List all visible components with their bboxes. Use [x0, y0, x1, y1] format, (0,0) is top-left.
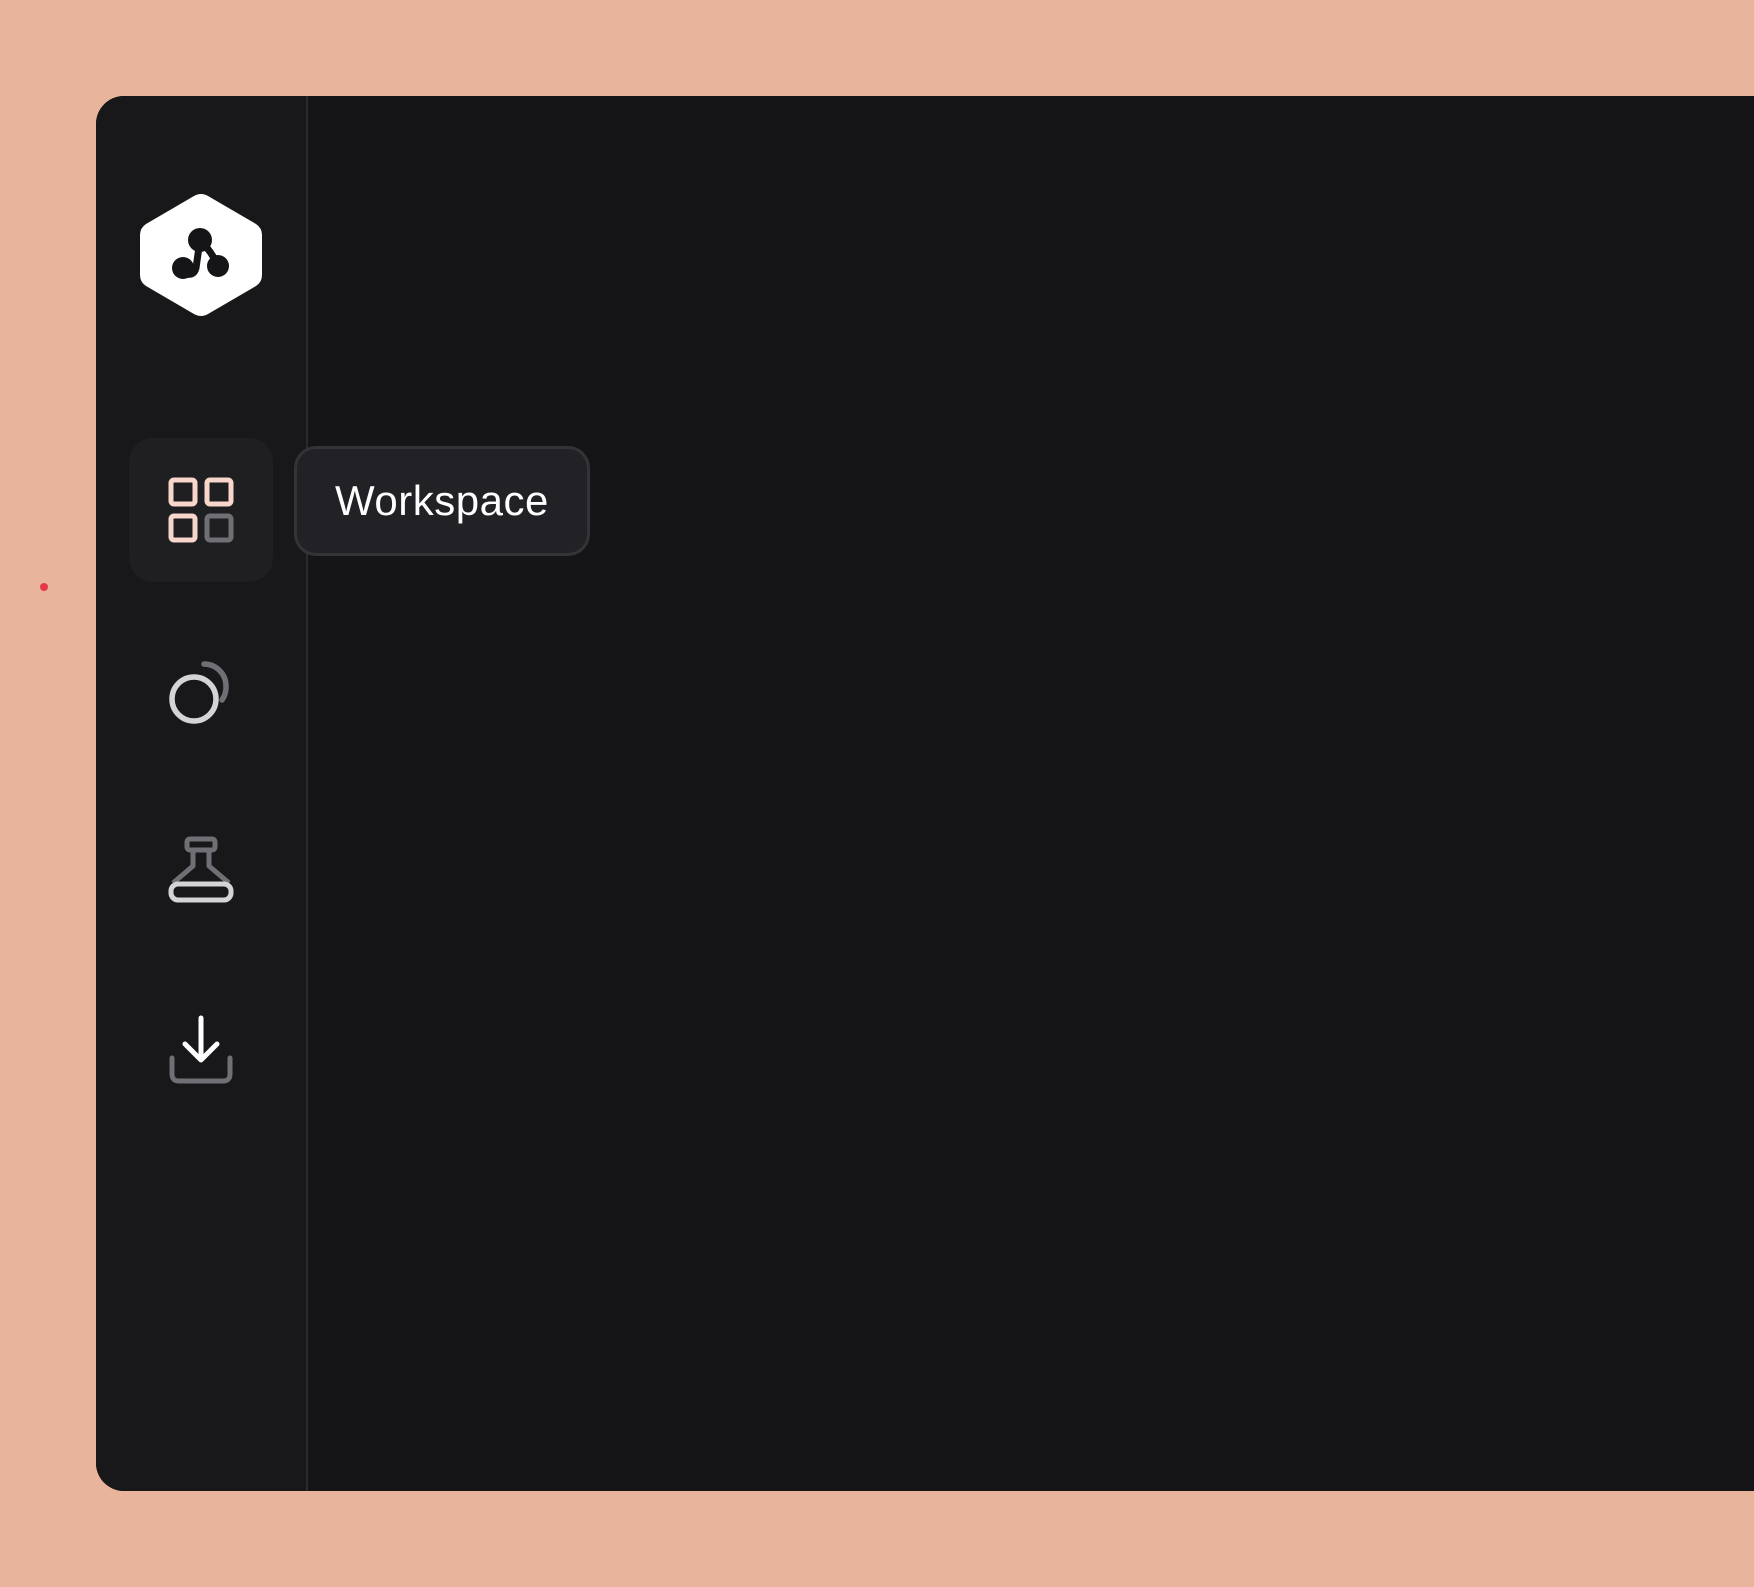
sidebar-item-download[interactable] [129, 978, 273, 1122]
cursor-dot [40, 583, 48, 591]
orbit-icon [169, 661, 229, 724]
main-content [308, 96, 1754, 1491]
app-logo[interactable] [136, 190, 266, 320]
sidebar-tooltip: Workspace [294, 446, 590, 556]
hexagon-logo-icon [140, 194, 262, 316]
app-window: Workspace [96, 96, 1754, 1491]
sidebar [96, 96, 308, 1491]
sidebar-item-orbit[interactable] [129, 618, 273, 762]
grid-icon [168, 477, 234, 543]
sidebar-item-lab[interactable] [129, 798, 273, 942]
sidebar-item-workspace[interactable] [129, 438, 273, 582]
flask-icon [168, 836, 234, 903]
download-icon [169, 1015, 233, 1084]
